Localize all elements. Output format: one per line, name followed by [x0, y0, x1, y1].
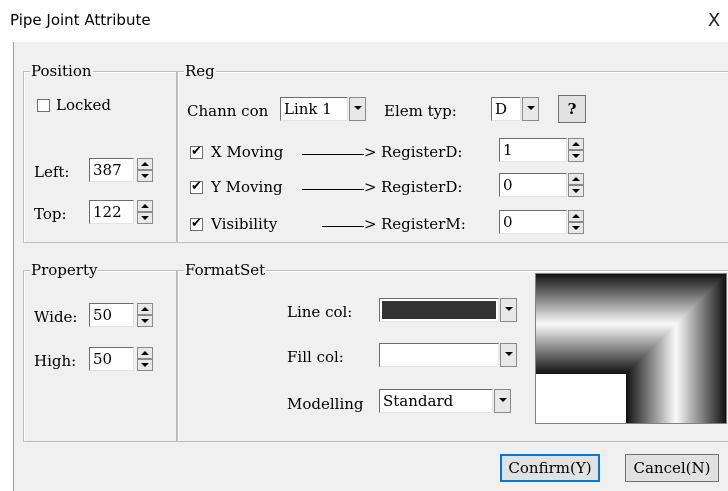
spin-down-icon[interactable]: [568, 222, 584, 234]
high-spinner[interactable]: [137, 347, 153, 371]
arrow-head: >: [364, 143, 377, 161]
chevron-down-icon[interactable]: [494, 389, 511, 413]
visibility-register-spinner[interactable]: [568, 210, 584, 234]
arrow-head: >: [364, 178, 377, 196]
pipe-elbow-preview-graphic: [536, 274, 726, 423]
spin-down-icon[interactable]: [137, 212, 153, 224]
wide-spinner[interactable]: [137, 303, 153, 327]
spin-up-icon[interactable]: [568, 173, 584, 185]
left-input[interactable]: 387: [89, 158, 134, 182]
dialog-body: Position Locked Left: 387 Top: 122 Reg C…: [13, 42, 728, 491]
visibility-register-input[interactable]: 0: [499, 210, 567, 234]
chevron-down-icon[interactable]: [349, 97, 366, 121]
spin-down-icon[interactable]: [568, 185, 584, 197]
chann-con-select[interactable]: Link 1: [280, 97, 348, 121]
x-register-spinner[interactable]: [568, 138, 584, 162]
modelling-label: Modelling: [287, 395, 364, 413]
elem-typ-label: Elem typ:: [384, 102, 457, 120]
visibility-register-label: RegisterM:: [381, 215, 466, 233]
chevron-down-icon[interactable]: [522, 97, 539, 121]
left-spinner[interactable]: [137, 158, 153, 182]
pipe-joint-preview: [535, 273, 727, 424]
x-register-input[interactable]: 1: [499, 138, 567, 162]
line-color-swatch: [382, 301, 496, 319]
formatset-group-label: FormatSet: [184, 261, 267, 279]
locked-label: Locked: [56, 96, 111, 114]
spin-up-icon[interactable]: [568, 138, 584, 150]
visibility-checkbox[interactable]: ✔: [190, 216, 203, 231]
locked-checkbox[interactable]: [37, 99, 50, 112]
x-register-label: RegisterD:: [381, 143, 463, 161]
chevron-down-icon[interactable]: [500, 298, 517, 322]
help-button[interactable]: ?: [558, 95, 586, 123]
top-spinner[interactable]: [137, 200, 153, 224]
x-moving-label: X Moving: [211, 143, 284, 161]
chevron-down-icon[interactable]: [500, 343, 517, 367]
y-register-input[interactable]: 0: [499, 173, 567, 197]
high-label: High:: [34, 352, 77, 370]
wide-input[interactable]: 50: [89, 303, 134, 327]
y-register-spinner[interactable]: [568, 173, 584, 197]
reg-group-label: Reg: [184, 62, 216, 80]
property-group-label: Property: [30, 261, 99, 279]
close-icon[interactable]: X: [704, 10, 724, 31]
window-title: Pipe Joint Attribute: [10, 11, 151, 29]
position-group-label: Position: [30, 62, 93, 80]
high-input[interactable]: 50: [89, 347, 134, 371]
line-col-label: Line col:: [287, 303, 353, 321]
y-moving-label: Y Moving: [211, 178, 283, 196]
elem-typ-select[interactable]: D: [491, 97, 521, 121]
spin-up-icon[interactable]: [137, 303, 153, 315]
fill-col-select[interactable]: [379, 343, 499, 367]
spin-down-icon[interactable]: [568, 150, 584, 162]
wide-label: Wide:: [34, 308, 78, 326]
line-col-select[interactable]: [379, 298, 499, 322]
title-bar: Pipe Joint Attribute X: [0, 0, 728, 42]
confirm-button[interactable]: Confirm(Y): [500, 454, 600, 482]
spin-up-icon[interactable]: [568, 210, 584, 222]
y-register-label: RegisterD:: [381, 178, 463, 196]
arrow-line: [302, 154, 364, 155]
y-moving-checkbox[interactable]: ✔: [190, 179, 203, 194]
spin-down-icon[interactable]: [137, 170, 153, 182]
fill-col-label: Fill col:: [287, 348, 344, 366]
fill-color-swatch: [382, 346, 496, 364]
chann-con-label: Chann con: [187, 102, 269, 120]
spin-up-icon[interactable]: [137, 200, 153, 212]
checkmark-icon: ✔: [191, 179, 202, 194]
spin-down-icon[interactable]: [137, 315, 153, 327]
top-label: Top:: [34, 205, 67, 223]
top-input[interactable]: 122: [89, 200, 134, 224]
cancel-button[interactable]: Cancel(N): [625, 454, 719, 482]
spin-up-icon[interactable]: [137, 347, 153, 359]
x-moving-checkbox[interactable]: ✔: [190, 144, 203, 159]
checkmark-icon: ✔: [191, 144, 202, 159]
arrow-head: >: [364, 215, 377, 233]
arrow-line: [302, 189, 364, 190]
modelling-select[interactable]: Standard: [379, 389, 493, 413]
visibility-label: Visibility: [211, 215, 278, 233]
spin-up-icon[interactable]: [137, 158, 153, 170]
checkmark-icon: ✔: [191, 216, 202, 231]
left-label: Left:: [34, 163, 70, 181]
spin-down-icon[interactable]: [137, 359, 153, 371]
arrow-line: [322, 226, 364, 227]
